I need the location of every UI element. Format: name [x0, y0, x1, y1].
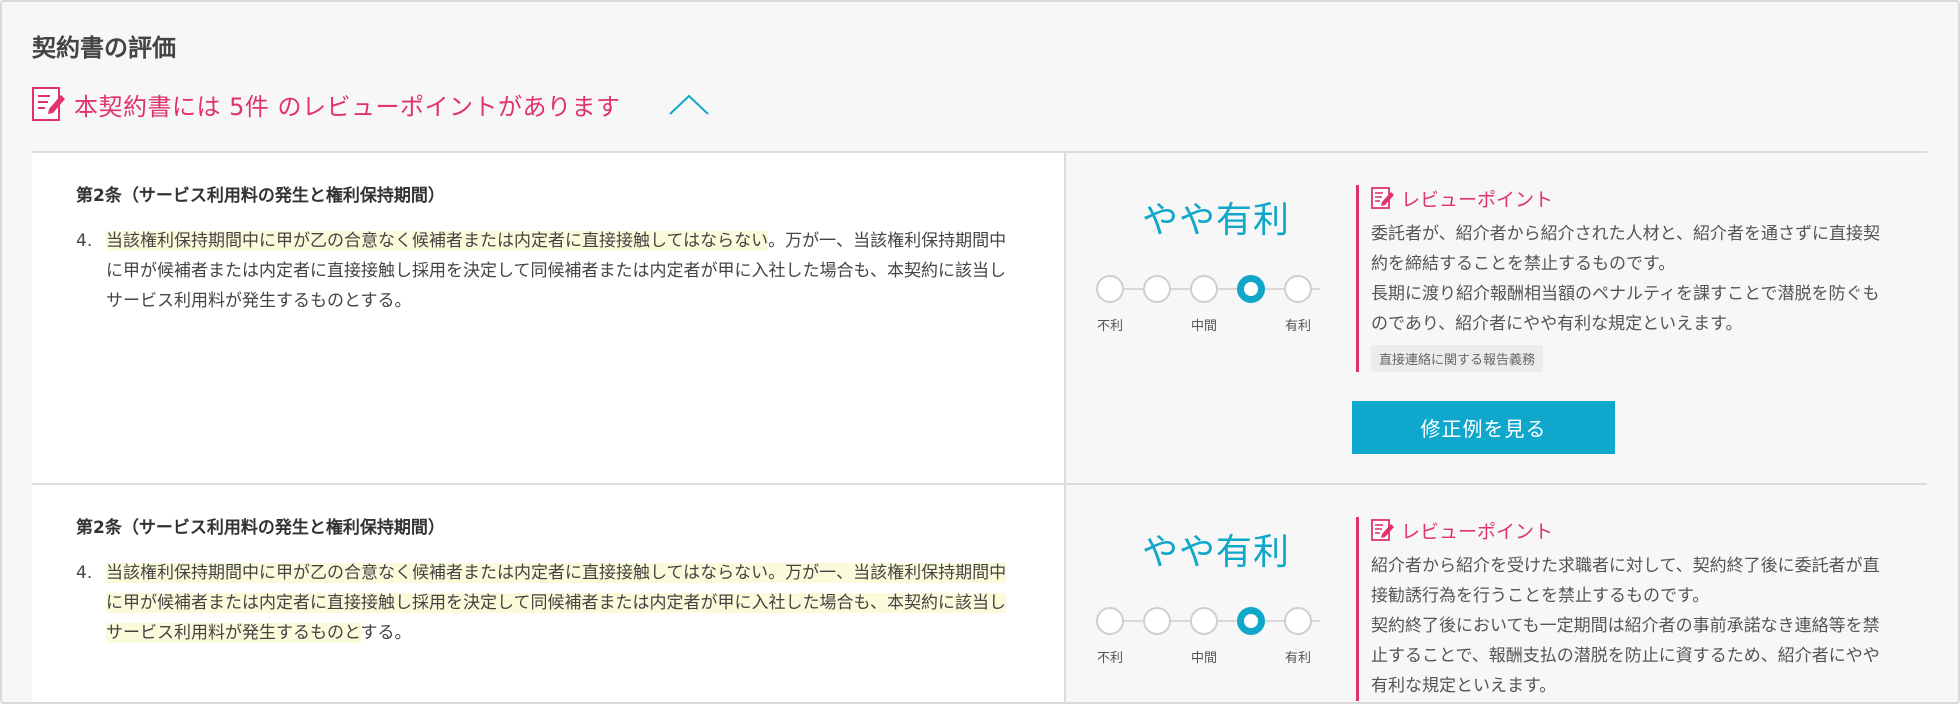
document-edit-icon	[1371, 519, 1394, 541]
review-tag[interactable]: 直接連絡に関する報告義務	[1371, 345, 1544, 372]
clause-text: 当該権利保持期間中に甲が乙の合意なく候補者または内定者に直接接触してはならない。…	[106, 558, 1020, 648]
rating-scale: 不利 中間 有利	[1096, 273, 1336, 343]
clause-highlight: 当該権利保持期間中に甲が乙の合意なく候補者または内定者に直接接触してはならない。…	[106, 563, 1007, 643]
review-point-title: レビューポイント	[1401, 188, 1554, 211]
scale-dot-5[interactable]	[1284, 607, 1312, 635]
rating-label: やや有利	[1141, 532, 1290, 573]
rating-scale: 不利 中間 有利	[1096, 605, 1336, 675]
review-item: 第2条（サービス利用料の発生と権利保持期間） 4. 当該権利保持期間中に甲が乙の…	[32, 151, 1927, 483]
clause-body: 4. 当該権利保持期間中に甲が乙の合意なく候補者または内定者に直接接触してはなら…	[76, 226, 1020, 316]
clause-title: 第2条（サービス利用料の発生と権利保持期間）	[76, 186, 445, 206]
review-count-text: 本契約書には 5件 のレビューポイントがあります	[74, 92, 621, 121]
scale-label-mid: 中間	[1190, 319, 1217, 334]
clause-title: 第2条（サービス利用料の発生と権利保持期間）	[76, 518, 445, 538]
review-panel: やや有利 不利 中間 有利	[1066, 485, 1927, 702]
scale-label-max: 有利	[1284, 651, 1311, 666]
clause-panel: 第2条（サービス利用料の発生と権利保持期間） 4. 当該権利保持期間中に甲が乙の…	[32, 485, 1066, 702]
clause-body: 4. 当該権利保持期間中に甲が乙の合意なく候補者または内定者に直接接触してはなら…	[76, 558, 1020, 648]
page-title: 契約書の評価	[32, 34, 176, 62]
clause-number: 4.	[76, 231, 93, 251]
review-point-box: レビューポイント 紹介者から紹介を受けた求職者に対して、契約終了後に委託者が直接…	[1356, 517, 1896, 701]
clause-rest: する。	[360, 623, 412, 643]
review-point-text: 契約終了後においても一定期間は紹介者の事前承諾なき連絡等を禁止することで、報酬支…	[1371, 616, 1880, 696]
review-point-title: レビューポイント	[1401, 520, 1554, 543]
scale-dot-3[interactable]	[1190, 275, 1218, 303]
scale-dot-5[interactable]	[1284, 275, 1312, 303]
scale-label-max: 有利	[1284, 319, 1311, 334]
document-edit-icon	[32, 87, 65, 121]
review-point-box: レビューポイント 委託者が、紹介者から紹介された人材と、紹介者を通さずに直接契約…	[1356, 185, 1896, 372]
review-list: 第2条（サービス利用料の発生と権利保持期間） 4. 当該権利保持期間中に甲が乙の…	[32, 151, 1927, 702]
contract-evaluation-panel: 契約書の評価 本契約書には 5件 のレビューポイントがあります 第2条（サービス…	[0, 0, 1960, 704]
document-edit-icon	[1371, 187, 1394, 209]
review-summary: 本契約書には 5件 のレビューポイントがあります	[32, 84, 621, 124]
review-point-header: レビューポイント	[1371, 185, 1896, 211]
scale-dot-3[interactable]	[1190, 607, 1218, 635]
review-point-body: 紹介者から紹介を受けた求職者に対して、契約終了後に委託者が直接勧誘行為を行うこと…	[1371, 551, 1896, 701]
scale-dot-4[interactable]	[1237, 607, 1265, 635]
rating-label: やや有利	[1141, 200, 1290, 241]
clause-number: 4.	[76, 563, 93, 583]
clause-text: 当該権利保持期間中に甲が乙の合意なく候補者または内定者に直接接触してはならない。…	[106, 226, 1020, 316]
scale-label-min: 不利	[1096, 319, 1123, 334]
scale-label-mid: 中間	[1190, 651, 1217, 666]
review-panel: やや有利 不利 中間 有利	[1066, 153, 1927, 483]
scale-dot-1[interactable]	[1096, 607, 1124, 635]
clause-highlight: 当該権利保持期間中に甲が乙の合意なく候補者または内定者に直接接触してはならない	[106, 231, 769, 251]
review-point-header: レビューポイント	[1371, 517, 1896, 543]
clause-panel: 第2条（サービス利用料の発生と権利保持期間） 4. 当該権利保持期間中に甲が乙の…	[32, 153, 1066, 483]
scale-dot-2[interactable]	[1143, 607, 1171, 635]
scale-label-min: 不利	[1096, 651, 1123, 666]
scale-dot-4[interactable]	[1237, 275, 1265, 303]
scale-dot-1[interactable]	[1096, 275, 1124, 303]
review-point-text: 委託者が、紹介者から紹介された人材と、紹介者を通さずに直接契約を締結することを禁…	[1371, 224, 1880, 274]
collapse-chevron-up-icon[interactable]	[668, 92, 710, 116]
review-point-body: 委託者が、紹介者から紹介された人材と、紹介者を通さずに直接契約を締結することを禁…	[1371, 219, 1896, 372]
review-item: 第2条（サービス利用料の発生と権利保持期間） 4. 当該権利保持期間中に甲が乙の…	[32, 483, 1927, 702]
scale-dot-2[interactable]	[1143, 275, 1171, 303]
view-revision-button[interactable]: 修正例を見る	[1352, 401, 1615, 454]
review-point-text: 長期に渡り紹介報酬相当額のペナルティを課すことで潜脱を防ぐものであり、紹介者にや…	[1371, 284, 1880, 334]
review-point-text: 紹介者から紹介を受けた求職者に対して、契約終了後に委託者が直接勧誘行為を行うこと…	[1371, 556, 1880, 606]
